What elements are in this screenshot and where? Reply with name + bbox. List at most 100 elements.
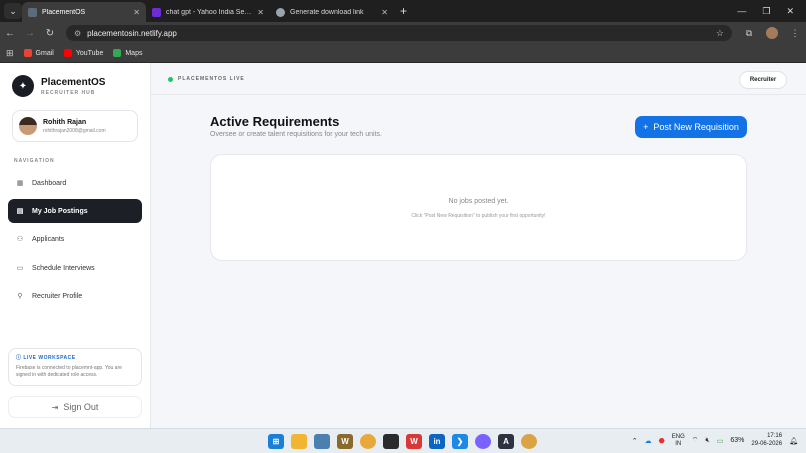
close-tab-icon[interactable]: ✕ [257, 8, 264, 17]
new-tab-button[interactable]: + [400, 4, 407, 18]
page-title: Active Requirements [210, 114, 340, 129]
sidebar-item-schedule-interviews[interactable]: ▭ Schedule Interviews [8, 256, 142, 280]
bookmark-label: YouTube [75, 49, 104, 57]
vscode-icon[interactable]: ❯ [452, 434, 468, 449]
bookmarks-bar: ⊞ Gmail YouTube Maps [0, 44, 806, 63]
close-tab-icon[interactable]: ✕ [381, 8, 388, 17]
word-icon[interactable]: W [337, 434, 353, 449]
bookmark-youtube[interactable]: YouTube [63, 49, 104, 57]
user-email: rohithrajan2008@gmail.com [43, 127, 106, 134]
address-bar-row: ← → ↻ ⚙ placementosin.netlify.app ☆ ⧉ ⋮ [0, 22, 806, 44]
app-a-icon[interactable]: A [498, 434, 514, 449]
volume-muted-icon[interactable]: 🔇︎ [705, 437, 709, 445]
sidebar-item-applicants[interactable]: ⚇ Applicants [8, 227, 142, 251]
role-button[interactable]: Recruiter [739, 71, 787, 89]
sidebar-item-label: Recruiter Profile [32, 292, 83, 300]
nav-heading: NAVIGATION [14, 158, 55, 164]
post-button-label: Post New Requisition [653, 122, 739, 132]
maps-icon [113, 49, 122, 57]
clock[interactable]: 17:16 29-06-2026 [751, 433, 782, 449]
language-text: ENG [671, 433, 685, 440]
info-icon: ⓘ [16, 355, 22, 361]
security-icon[interactable]: ⬣ [659, 437, 665, 445]
file-explorer-icon[interactable] [291, 434, 307, 449]
brand-title: PlacementOS [41, 76, 106, 88]
bookmark-label: Maps [125, 49, 143, 57]
users-icon: ⚇ [16, 236, 24, 243]
browser-tab-bar: ⌄ PlacementOS ✕ chat gpt - Yahoo India S… [0, 0, 806, 22]
browser-tab-placementos[interactable]: PlacementOS ✕ [22, 2, 146, 22]
forward-arrow-icon[interactable]: → [20, 28, 40, 39]
reload-icon[interactable]: ↻ [40, 28, 60, 39]
tab-search-button[interactable]: ⌄ [4, 3, 22, 19]
browser-tab-yahoo[interactable]: chat gpt - Yahoo India Search R ✕ [146, 2, 270, 22]
calendar-icon: ▭ [16, 265, 24, 272]
close-tab-icon[interactable]: ✕ [133, 8, 140, 17]
extensions-icon[interactable]: ⧉ [738, 28, 760, 39]
plus-icon: + [643, 122, 649, 132]
post-new-requisition-button[interactable]: + Post New Requisition [635, 116, 747, 138]
gmail-icon [23, 49, 32, 57]
grid-icon: ▦ [16, 180, 24, 187]
clock-time: 17:16 [767, 433, 783, 439]
browser-menu-icon[interactable]: ⋮ [784, 28, 806, 39]
sparkle-logo-icon: ✦ [12, 75, 34, 97]
site-info-icon[interactable]: ⚙ [74, 29, 81, 38]
bookmark-label: Gmail [35, 49, 54, 57]
workspace-title-text: LIVE WORKSPACE [23, 355, 76, 361]
sidebar-item-my-job-postings[interactable]: ▤ My Job Postings [8, 199, 142, 223]
youtube-icon [63, 49, 72, 57]
onedrive-icon[interactable]: ☁ [645, 437, 652, 445]
brand-subtitle: RECRUITER HUB [41, 89, 96, 96]
sticky-notes-icon[interactable] [383, 434, 399, 449]
browser-tab-download-link[interactable]: Generate download link ✕ [270, 2, 394, 22]
minimize-icon[interactable]: — [737, 6, 746, 17]
user-card[interactable]: Rohith Rajan rohithrajan2008@gmail.com [12, 110, 138, 142]
brand[interactable]: ✦ PlacementOS RECRUITER HUB [12, 75, 105, 97]
tab-title: chat gpt - Yahoo India Search R [166, 8, 253, 16]
sidebar-item-label: Dashboard [32, 179, 67, 187]
os-taskbar: ⊞ W W in ❯ A ⌃ ☁ ⬣ ENG IN ⌔ 🔇︎ ▭ 63% 17:… [0, 428, 806, 453]
sign-out-button[interactable]: ⇥ Sign Out [8, 396, 142, 418]
close-window-icon[interactable]: ✕ [786, 6, 794, 17]
sidebar-item-label: My Job Postings [32, 207, 88, 215]
profile-avatar[interactable] [766, 27, 778, 39]
chrome-icon[interactable] [360, 434, 376, 449]
sidebar-item-dashboard[interactable]: ▦ Dashboard [8, 171, 142, 195]
yahoo-favicon-icon [152, 7, 161, 17]
notepad-icon[interactable] [314, 434, 330, 449]
wifi-icon[interactable]: ⌔ [692, 436, 699, 445]
sidebar-item-label: Applicants [32, 235, 65, 243]
linkedin-icon[interactable]: in [429, 434, 445, 449]
sidebar-item-recruiter-profile[interactable]: ⚲ Recruiter Profile [8, 284, 142, 308]
top-bar: PLACEMENTOS LIVE Recruiter [151, 63, 806, 95]
restore-icon[interactable]: ❐ [762, 6, 770, 17]
chevron-up-icon[interactable]: ⌃ [632, 437, 638, 445]
wps-office-icon[interactable]: W [406, 434, 422, 449]
apps-grid-icon[interactable]: ⊞ [6, 48, 14, 59]
windows-start-icon[interactable]: ⊞ [268, 434, 284, 449]
battery-icon[interactable]: ▭ [717, 437, 724, 445]
briefcase-icon: ▤ [16, 208, 24, 215]
empty-state-title: No jobs posted yet. [448, 198, 509, 205]
bookmark-gmail[interactable]: Gmail [23, 49, 54, 57]
language-indicator[interactable]: ENG IN [672, 434, 685, 448]
globe-favicon-icon [276, 7, 285, 17]
copilot-icon[interactable] [475, 434, 491, 449]
region-text: IN [675, 440, 682, 447]
back-arrow-icon[interactable]: ← [0, 28, 20, 39]
bookmark-maps[interactable]: Maps [113, 49, 142, 57]
sign-out-label: Sign Out [63, 402, 99, 412]
status-dot-icon [168, 76, 173, 82]
main-content: PLACEMENTOS LIVE Recruiter Active Requir… [151, 63, 806, 428]
empty-state-card: No jobs posted yet. Click "Post New Requ… [210, 154, 747, 261]
logout-icon: ⇥ [51, 402, 59, 412]
bookmark-star-icon[interactable]: ☆ [716, 28, 724, 39]
app-root: ✦ PlacementOS RECRUITER HUB Rohith Rajan… [0, 63, 806, 428]
battery-percent: 63% [730, 437, 745, 445]
url-field[interactable]: ⚙ placementosin.netlify.app ☆ [66, 25, 732, 41]
placementos-favicon-icon [28, 7, 37, 17]
chrome-active-icon[interactable] [521, 434, 537, 449]
notifications-icon[interactable]: 🔔︎ [789, 437, 798, 445]
sidebar-item-label: Schedule Interviews [32, 264, 95, 272]
